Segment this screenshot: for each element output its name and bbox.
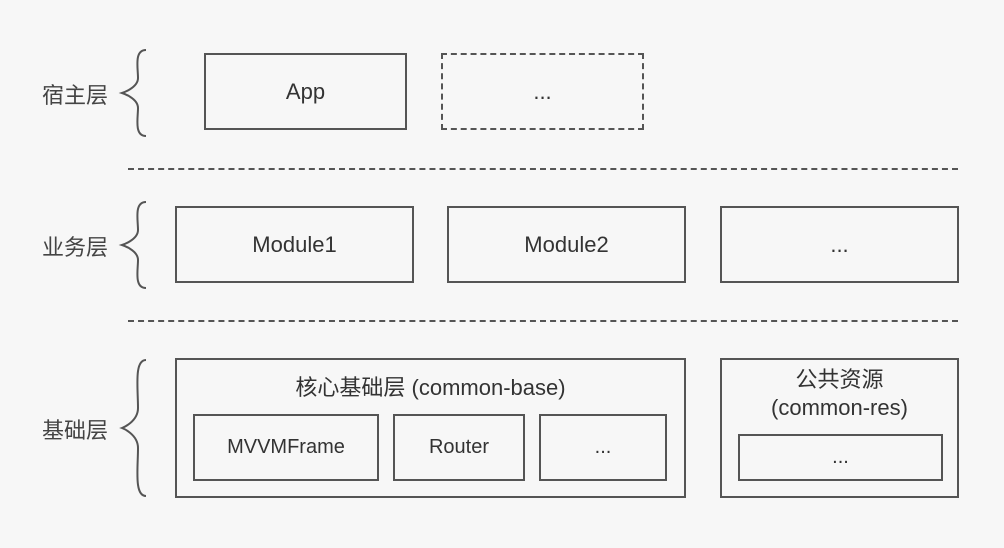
container-common-res-title: 公共资源 (common-res) xyxy=(722,366,957,421)
architecture-diagram: 宿主层 App ... 业务层 Module1 Module2 ... 基础层 … xyxy=(0,0,1004,548)
box-module2: Module2 xyxy=(447,206,686,283)
box-module1: Module1 xyxy=(175,206,414,283)
layer-label-base: 基础层 xyxy=(42,413,108,445)
box-router: Router xyxy=(393,414,525,481)
box-mvvmframe-label: MVVMFrame xyxy=(227,436,345,459)
container-common-base: 核心基础层 (common-base) MVVMFrame Router ... xyxy=(175,358,686,498)
brace-business xyxy=(118,200,150,290)
box-business-placeholder: ... xyxy=(720,206,959,283)
box-res-placeholder: ... xyxy=(738,434,943,481)
layer-label-host: 宿主层 xyxy=(42,78,108,110)
box-host-placeholder-label: ... xyxy=(533,79,551,105)
box-app-label: App xyxy=(286,79,325,105)
box-core-placeholder-label: ... xyxy=(595,436,612,459)
box-mvvmframe: MVVMFrame xyxy=(193,414,379,481)
box-core-placeholder: ... xyxy=(539,414,667,481)
brace-base xyxy=(118,358,150,498)
layer-label-business: 业务层 xyxy=(42,230,108,262)
common-res-title-line1: 公共资源 xyxy=(795,367,883,392)
box-business-placeholder-label: ... xyxy=(830,232,848,258)
divider-2 xyxy=(128,320,958,322)
box-app: App xyxy=(204,53,407,130)
box-module2-label: Module2 xyxy=(524,232,608,258)
box-res-placeholder-label: ... xyxy=(832,446,849,469)
box-router-label: Router xyxy=(429,436,489,459)
container-common-base-title: 核心基础层 (common-base) xyxy=(177,370,684,402)
divider-1 xyxy=(128,168,958,170)
container-common-res: 公共资源 (common-res) ... xyxy=(720,358,959,498)
common-res-title-line2: (common-res) xyxy=(771,395,908,420)
brace-host xyxy=(118,48,150,138)
box-host-placeholder: ... xyxy=(441,53,644,130)
box-module1-label: Module1 xyxy=(252,232,336,258)
